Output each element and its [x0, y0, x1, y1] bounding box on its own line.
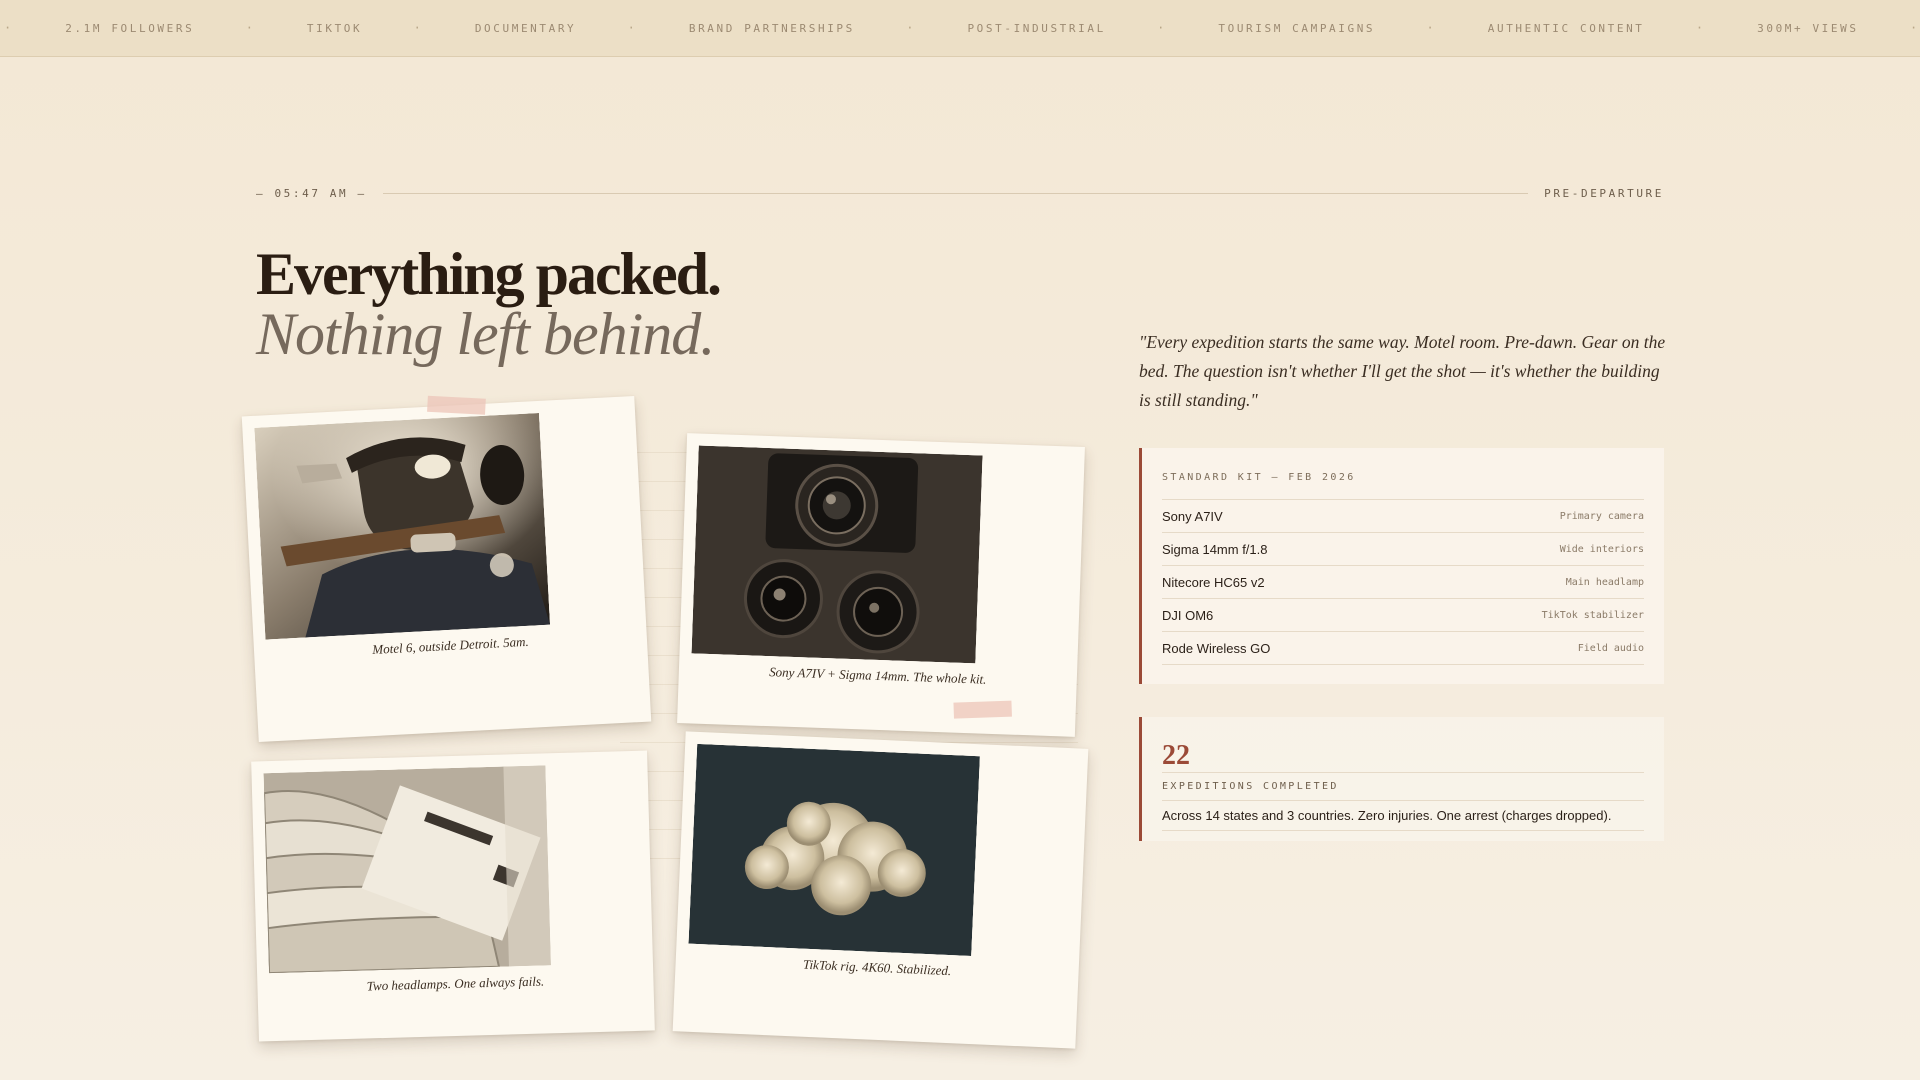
photo-card-tiktok-rig[interactable]: TikTok rig. 4K60. Stabilized. [672, 731, 1089, 1049]
time-label: — 05:47 AM — [256, 186, 367, 200]
photo-caption: Two headlamps. One always fails. [366, 973, 545, 994]
photo-caption: Sony A7IV + Sigma 14mm. The whole kit. [768, 664, 987, 687]
divider-line [382, 192, 1529, 194]
tape-strip [953, 700, 1012, 719]
ticker-item: 300M+ VIEWS [1757, 21, 1859, 35]
headline-line-1: Everything packed. [256, 241, 722, 307]
tape-strip [427, 395, 486, 415]
kit-item: Nitecore HC65 v2 Main headlamp [1162, 566, 1644, 599]
kit-title: STANDARD KIT — FEB 2026 [1162, 448, 1644, 500]
ticker-item: BRAND PARTNERSHIPS [688, 21, 855, 35]
kit-item-name: Rode Wireless GO [1162, 640, 1271, 656]
photo-man-headlamp [254, 412, 551, 640]
kit-item-name: Sigma 14mm f/1.8 [1162, 541, 1268, 557]
ticker-separator: · [4, 21, 14, 35]
photo-cloud [688, 743, 980, 957]
kit-item-role: Wide interiors [1559, 543, 1644, 555]
kit-item-name: DJI OM6 [1162, 607, 1214, 623]
ticker-item: 2.1M FOLLOWERS [65, 21, 195, 35]
photo-caption: TikTok rig. 4K60. Stabilized. [802, 956, 952, 979]
ticker-separator: · [413, 21, 424, 35]
ticker-separator: · [1157, 21, 1167, 35]
photo-card-headlamps[interactable]: Two headlamps. One always fails. [251, 750, 655, 1042]
headline: Everything packed. Nothing left behind. [256, 244, 976, 364]
ticker-separator: · [1909, 21, 1920, 35]
ticker-item: DOCUMENTARY [474, 21, 577, 35]
ticker-item: AUTHENTIC CONTENT [1487, 21, 1645, 35]
standard-kit-card: STANDARD KIT — FEB 2026 Sony A7IV Primar… [1139, 448, 1664, 684]
expeditions-description: Across 14 states and 3 countries. Zero i… [1162, 801, 1644, 831]
status-label: PRE-DEPARTURE [1544, 186, 1664, 200]
ticker-separator: · [245, 21, 256, 35]
kit-item-name: Nitecore HC65 v2 [1162, 574, 1265, 590]
expeditions-label: EXPEDITIONS COMPLETED [1162, 773, 1644, 801]
ticker-item: TIKTOK [306, 21, 363, 35]
expeditions-count: 22 [1162, 717, 1644, 773]
kit-item: DJI OM6 TikTok stabilizer [1162, 599, 1644, 632]
kit-item-role: Field audio [1577, 642, 1644, 654]
ticker-bar: · 2.1M FOLLOWERS · TIKTOK · DOCUMENTARY … [0, 0, 1920, 57]
kit-item-role: Primary camera [1559, 510, 1644, 522]
photo-card-motel[interactable]: Motel 6, outside Detroit. 5am. [241, 395, 652, 743]
kit-item-name: Sony A7IV [1162, 508, 1223, 524]
ticker-separator: · [627, 21, 638, 35]
ticker-separator: · [906, 21, 917, 35]
photo-card-camera-kit[interactable]: Sony A7IV + Sigma 14mm. The whole kit. [677, 433, 1085, 737]
kit-item: Sony A7IV Primary camera [1162, 500, 1644, 533]
kit-item-role: TikTok stabilizer [1541, 609, 1644, 621]
ticker-item: POST-INDUSTRIAL [967, 21, 1106, 35]
photo-file-folders [263, 765, 551, 974]
ticker-separator: · [1426, 21, 1437, 35]
meta-row: — 05:47 AM — PRE-DEPARTURE [256, 184, 1664, 202]
headline-line-2: Nothing left behind. [256, 301, 715, 367]
expedition-quote: "Every expedition starts the same way. M… [1139, 332, 1666, 410]
kit-item-role: Main headlamp [1565, 576, 1644, 588]
ticker-item: TOURISM CAMPAIGNS [1218, 21, 1376, 35]
kit-item: Sigma 14mm f/1.8 Wide interiors [1162, 533, 1644, 566]
photo-camera-lenses [691, 445, 983, 664]
kit-item: Rode Wireless GO Field audio [1162, 632, 1644, 665]
ticker-separator: · [1695, 21, 1706, 35]
expeditions-stat-card: 22 EXPEDITIONS COMPLETED Across 14 state… [1139, 717, 1664, 841]
